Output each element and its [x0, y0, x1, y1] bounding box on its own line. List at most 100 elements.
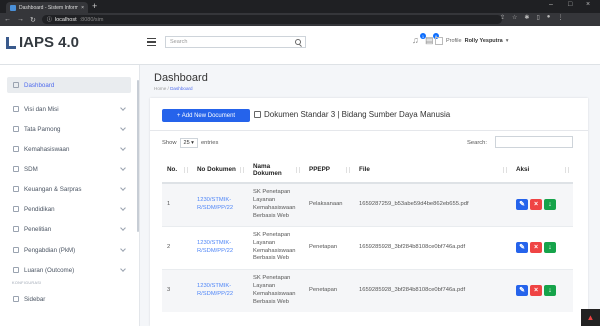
cell-actions: ✎ × ↓: [511, 225, 573, 269]
kemahasiswaan-icon: [13, 146, 19, 152]
info-icon: ⓘ: [46, 17, 52, 23]
cell-nama-dokumen: SK Penetapan Layanan Kemahasiswaan Berba…: [248, 225, 304, 269]
tab-close-icon[interactable]: ×: [81, 5, 84, 11]
table-row: 1 1230/STMIK-R/SDM/PP/22 SK Penetapan La…: [162, 182, 573, 226]
visi-icon: [13, 106, 19, 112]
chevron-down-icon: [120, 205, 126, 211]
show-label: Show: [162, 140, 177, 146]
download-button[interactable]: ↓: [544, 242, 556, 253]
pendidikan-icon: [13, 206, 19, 212]
breadcrumb-separator: /: [167, 86, 169, 91]
chart-icon: [13, 186, 19, 192]
chevron-down-icon: [120, 225, 126, 231]
column-header-no[interactable]: No.: [162, 157, 192, 184]
delete-button[interactable]: ×: [530, 285, 542, 297]
cell-file: 1659285928_3bf284b8108ce0bf746a.pdf: [354, 225, 511, 269]
reload-icon[interactable]: ↻: [30, 16, 36, 24]
extensions-icon[interactable]: ✱: [524, 14, 529, 21]
sidebar-item-label: Keuangan & Sarpras: [24, 185, 82, 193]
add-document-button[interactable]: + Add New Document: [162, 109, 250, 122]
cell-no-dokumen[interactable]: 1230/STMIK-R/SDM/PP/22: [192, 182, 248, 226]
tata-pamong-icon: [13, 126, 19, 132]
cell-no: 2: [162, 225, 192, 269]
sidebar-item-sdm[interactable]: SDM: [7, 161, 131, 177]
sidebar-item-pengabdian[interactable]: Pengabdian (PkM): [7, 242, 131, 258]
delete-button[interactable]: ×: [530, 242, 542, 253]
download-button[interactable]: ↓: [544, 285, 556, 297]
table-search-label: Search:: [467, 140, 487, 146]
sidebar-item-luaran[interactable]: Luaran (Outcome): [7, 262, 131, 278]
sidebar-item-label: Tata Pamong: [24, 125, 61, 133]
table-header-row: No. No Dokumen Nama Dokumen PPEPP File A…: [162, 157, 573, 184]
maximize-button[interactable]: □: [568, 1, 572, 8]
cell-actions: ✎ × ↓: [511, 268, 573, 312]
sidebar-item-penelitian[interactable]: Penelitian: [7, 221, 131, 237]
cell-no-dokumen[interactable]: 1230/STMIK-R/SDM/PP/22: [192, 268, 248, 312]
column-header-nama-dokumen[interactable]: Nama Dokumen: [248, 157, 304, 184]
navbar-search-input[interactable]: Search: [165, 36, 306, 48]
column-header-aksi[interactable]: Aksi: [511, 157, 573, 184]
browser-toolbar-icons: ⇪ ☆ ✱ ▯ ● ⋮: [500, 14, 563, 21]
download-button[interactable]: ↓: [544, 199, 556, 211]
user-profile-menu[interactable]: Profile Rolly Yesputra ▾: [435, 37, 508, 45]
brand-mark-icon: [5, 36, 17, 50]
taskbar-app-icon[interactable]: ▲: [581, 309, 600, 326]
pengabdian-icon: [13, 247, 19, 253]
new-tab-button[interactable]: +: [92, 1, 97, 11]
share-icon[interactable]: ⇪: [500, 14, 505, 21]
edit-button[interactable]: ✎: [516, 199, 528, 211]
sidebar-item-tata-pamong[interactable]: Tata Pamong: [7, 121, 131, 137]
url-path: :8080/sim: [79, 16, 104, 23]
column-header-file[interactable]: File: [354, 157, 511, 184]
dashboard-icon: [13, 82, 19, 88]
sidebar-item-pendidikan[interactable]: Pendidikan: [7, 201, 131, 217]
entries-label: entries: [200, 140, 219, 146]
sidebar-item-keuangan[interactable]: Keuangan & Sarpras: [7, 181, 131, 197]
menu-dots-icon[interactable]: ⋮: [557, 14, 563, 21]
chevron-down-icon: [120, 165, 126, 171]
entries-select[interactable]: 25 ▾: [179, 138, 198, 148]
url-field[interactable]: ⓘ localhost:8080/sim: [41, 15, 502, 24]
chart-icon: [13, 267, 19, 273]
edit-button[interactable]: ✎: [516, 285, 528, 297]
cell-no: 1: [162, 182, 192, 226]
sidebar-item-dashboard[interactable]: Dashboard: [7, 77, 131, 93]
edit-button[interactable]: ✎: [516, 242, 528, 253]
breadcrumb-home[interactable]: Home: [154, 86, 166, 91]
column-header-ppepp[interactable]: PPEPP: [304, 157, 354, 184]
browser-tab[interactable]: Dashboard - Sistem Informasi Ak ×: [6, 2, 88, 13]
delete-button[interactable]: ×: [530, 199, 542, 211]
sidebar-item-kemahasiswaan[interactable]: Kemahasiswaan: [7, 141, 131, 157]
column-header-no-dokumen[interactable]: No Dokumen: [192, 157, 248, 184]
sidebar-item-label: Penelitian: [24, 225, 52, 233]
table-search-input[interactable]: [495, 136, 573, 148]
sidepanel-icon[interactable]: ▯: [536, 14, 539, 21]
sidebar-item-label: Kemahasiswaan: [24, 145, 70, 153]
hamburger-menu-icon[interactable]: [147, 38, 156, 46]
document-icon: [254, 111, 261, 118]
back-icon[interactable]: ←: [4, 16, 11, 23]
search-icon[interactable]: [295, 39, 301, 45]
browser-tab-title: Dashboard - Sistem Informasi Ak: [19, 4, 79, 11]
notification-bell-icon[interactable]: ♫ 1: [412, 33, 426, 46]
breadcrumb-current: Dashboard: [170, 86, 193, 91]
sidebar-item-visi-misi[interactable]: Visi dan Misi: [7, 101, 131, 117]
account-icon[interactable]: ●: [547, 14, 551, 21]
cell-nama-dokumen: SK Penetapan Layanan Kemahasiswaan Berba…: [248, 268, 304, 312]
cell-nama-dokumen: SK Penetapan Layanan Kemahasiswaan Berba…: [248, 182, 304, 226]
bookmark-star-icon[interactable]: ☆: [512, 14, 517, 21]
window-close-button[interactable]: ×: [586, 1, 590, 8]
documents-table: No. No Dokumen Nama Dokumen PPEPP File A…: [162, 157, 573, 312]
sidebar-scrollbar[interactable]: [137, 80, 139, 232]
chevron-down-icon: [120, 125, 126, 131]
document-title-text: Dokumen Standar 3 | Bidang Sumber Daya M…: [264, 110, 451, 119]
sidebar-item-sidebar[interactable]: Sidebar: [7, 291, 131, 307]
brand-logo[interactable]: IAPS 4.0: [5, 34, 79, 51]
cell-ppepp: Penetapan: [304, 268, 354, 312]
document-section-title: Dokumen Standar 3 | Bidang Sumber Daya M…: [254, 110, 450, 119]
cell-no-dokumen[interactable]: 1230/STMIK-R/SDM/PP/22: [192, 225, 248, 269]
forward-icon[interactable]: →: [17, 16, 24, 23]
minimize-button[interactable]: –: [549, 1, 553, 8]
cell-file: 1659287259_b53abe59d4be862eb655.pdf: [354, 182, 511, 226]
sidebar-item-label: Visi dan Misi: [24, 105, 59, 113]
